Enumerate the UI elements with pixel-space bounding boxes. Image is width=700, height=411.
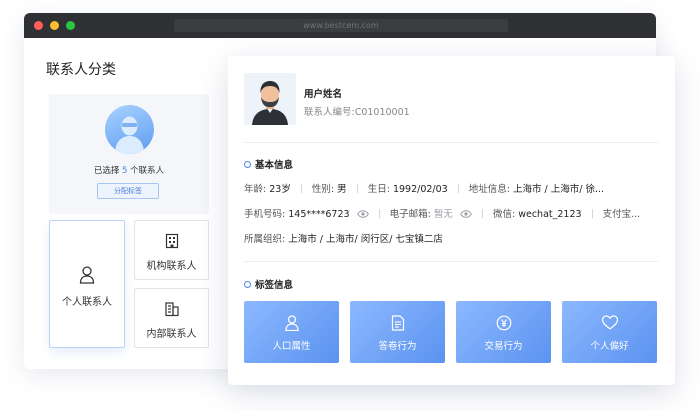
divider: [378, 209, 380, 218]
minimize-window-button[interactable]: [50, 21, 59, 30]
divider: [300, 184, 302, 193]
organization-label: 所属组织:: [244, 234, 286, 245]
document-icon: [391, 315, 404, 331]
category-personal-contacts[interactable]: 个人联系人: [49, 220, 125, 348]
category-organization-contacts[interactable]: 机构联系人: [134, 220, 209, 280]
tag-label: 交易行为: [484, 341, 523, 352]
tag-label: 答卷行为: [378, 341, 417, 352]
section-marker-icon: [244, 161, 251, 168]
selection-card: 已选择 5 个联系人 分配标签: [49, 94, 209, 214]
divider: [244, 261, 658, 262]
category-internal-label: 内部联系人: [146, 329, 197, 340]
profile-photo: [244, 73, 296, 125]
eye-icon[interactable]: [356, 210, 369, 218]
basic-info-heading: 基本信息: [244, 157, 293, 171]
person-icon: [284, 315, 299, 331]
tag-card-survey-behavior[interactable]: 答卷行为: [350, 301, 445, 363]
divider: [356, 184, 358, 193]
category-org-label: 机构联系人: [146, 261, 197, 272]
avatar: [105, 105, 154, 154]
browser-titlebar: www.bestcem.com: [24, 13, 656, 38]
category-personal-label: 个人联系人: [62, 297, 112, 308]
divider: [457, 184, 459, 193]
divider: [481, 209, 483, 218]
user-avatar-icon: [115, 116, 144, 154]
address-label: 地址信息:: [468, 184, 510, 195]
email-value: 暂无: [433, 209, 453, 220]
person-icon: [79, 266, 95, 284]
tag-card-transaction-behavior[interactable]: 交易行为: [456, 301, 551, 363]
email-label: 电子邮箱:: [389, 209, 431, 220]
tag-card-personal-preference[interactable]: 个人偏好: [562, 301, 657, 363]
heart-icon: [601, 315, 618, 330]
close-window-button[interactable]: [34, 21, 43, 30]
address-value: 上海市 / 上海市/ 徐...: [513, 184, 605, 195]
section-marker-icon: [244, 281, 251, 288]
divider: [591, 209, 593, 218]
tag-label: 个人偏好: [590, 341, 629, 352]
selected-count: 5: [122, 166, 128, 176]
tag-label: 人口属性: [272, 341, 311, 352]
address-bar[interactable]: www.bestcem.com: [174, 19, 508, 32]
assign-tags-button[interactable]: 分配标签: [97, 183, 159, 199]
tag-info-heading: 标签信息: [244, 277, 293, 291]
wechat-value: wechat_2123: [518, 209, 582, 220]
age-label: 年龄:: [244, 184, 267, 195]
tag-info-title: 标签信息: [255, 280, 294, 291]
selected-count-text: 已选择 5 个联系人: [49, 164, 209, 176]
maximize-window-button[interactable]: [66, 21, 75, 30]
stage: www.bestcem.com 联系人分类 已选择 5 个联系人 分配标签 个人…: [0, 0, 700, 411]
phone-value: 145****6723: [288, 209, 350, 220]
info-row-organization: 所属组织: 上海市 / 上海市/ 闵行区/ 七宝镇二店: [244, 231, 443, 245]
contact-id: 联系人编号:C01010001: [304, 107, 410, 118]
eye-icon[interactable]: [460, 210, 472, 218]
yen-coin-icon: [496, 315, 511, 331]
contact-name: 用户姓名: [304, 89, 343, 100]
selected-prefix: 已选择: [93, 166, 120, 176]
category-internal-contacts[interactable]: 内部联系人: [134, 288, 209, 348]
contact-detail-panel: 用户姓名 联系人编号:C01010001 基本信息 年龄: 23岁 性别: 男 …: [228, 56, 675, 385]
alipay-label: 支付宝...: [602, 209, 641, 220]
age-value: 23岁: [269, 184, 291, 195]
phone-label: 手机号码:: [244, 209, 286, 220]
selected-suffix: 个联系人: [130, 166, 165, 176]
info-row-contact: 手机号码: 145****6723 电子邮箱: 暂无 微信: wechat_21…: [244, 206, 640, 220]
man-avatar-icon: [252, 81, 288, 125]
office-building-icon: [164, 302, 179, 317]
building-icon: [165, 233, 178, 249]
birthday-value: 1992/02/03: [392, 184, 448, 195]
gender-label: 性别:: [311, 184, 335, 195]
organization-value: 上海市 / 上海市/ 闵行区/ 七宝镇二店: [288, 234, 443, 245]
birthday-label: 生日:: [367, 184, 390, 195]
wechat-label: 微信:: [492, 209, 516, 220]
page-title: 联系人分类: [46, 62, 116, 78]
divider: [244, 142, 658, 143]
tag-card-demographics[interactable]: 人口属性: [244, 301, 339, 363]
gender-value: 男: [337, 184, 347, 195]
basic-info-title: 基本信息: [255, 160, 294, 171]
info-row-personal: 年龄: 23岁 性别: 男 生日: 1992/02/03 地址信息: 上海市 /…: [244, 181, 604, 195]
